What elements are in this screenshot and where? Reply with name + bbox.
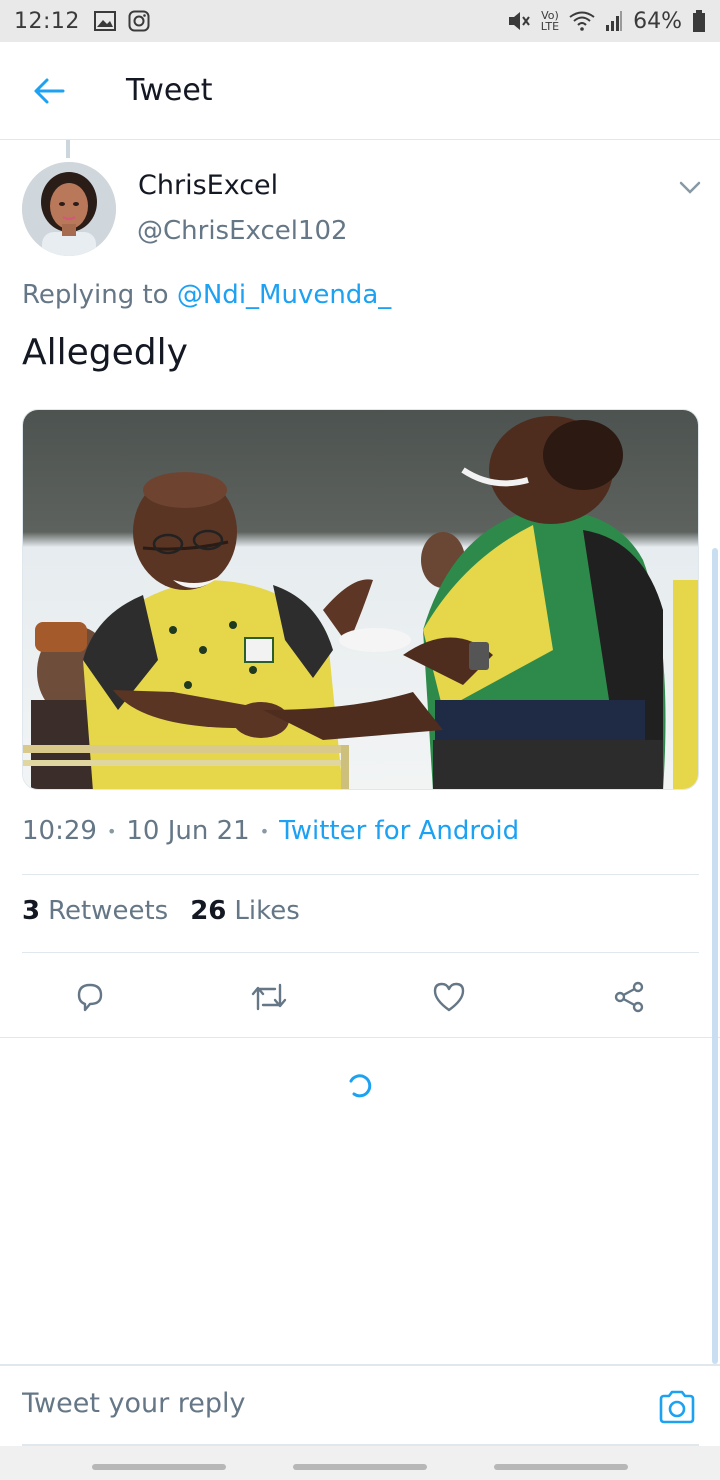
replying-to: Replying to @Ndi_Muvenda_ — [22, 280, 391, 310]
tweet-client-link[interactable]: Twitter for Android — [279, 816, 519, 846]
wifi-icon — [569, 11, 595, 31]
tweet-time: 10:29 — [22, 816, 97, 846]
reply-input[interactable] — [22, 1378, 642, 1428]
thread-connector — [66, 140, 70, 158]
retweets-stat[interactable]: 3 Retweets — [22, 896, 168, 926]
page-title: Tweet — [126, 73, 213, 108]
signal-icon — [606, 11, 623, 31]
network-type: LTE — [540, 20, 560, 33]
retweets-label: Retweets — [48, 896, 169, 926]
tweet-stats: 3 Retweets 26 Likes — [22, 896, 300, 926]
scrollbar[interactable] — [712, 548, 718, 1364]
camera-button[interactable] — [658, 1390, 698, 1426]
likes-count: 26 — [190, 896, 227, 926]
gallery-icon — [93, 11, 116, 31]
likes-label: Likes — [234, 896, 300, 926]
app-bar: Tweet — [0, 42, 720, 140]
back-button[interactable] — [0, 42, 98, 140]
loading-spinner-icon — [349, 1074, 372, 1098]
avatar-image — [22, 162, 116, 256]
nav-home-button[interactable] — [293, 1464, 427, 1470]
tweet-date: 10 Jun 21 — [126, 816, 250, 846]
chevron-down-icon — [679, 181, 701, 194]
camera-icon — [659, 1390, 695, 1424]
share-icon — [614, 981, 644, 1013]
author-handle[interactable]: @ChrisExcel102 — [137, 216, 348, 246]
divider — [22, 874, 699, 875]
battery-percent: 64% — [633, 8, 682, 34]
tweet-text: Allegedly — [22, 332, 188, 373]
like-button[interactable] — [426, 974, 472, 1020]
divider — [0, 1037, 720, 1038]
nav-back-button[interactable] — [494, 1464, 628, 1470]
mention-link[interactable]: @Ndi_Muvenda_ — [177, 280, 391, 310]
status-bar: 12:12 Vo) LTE 64% — [0, 0, 720, 42]
author-name[interactable]: ChrisExcel — [138, 170, 278, 201]
arrow-left-icon — [34, 78, 65, 103]
share-button[interactable] — [606, 974, 652, 1020]
reply-button[interactable] — [67, 974, 113, 1020]
system-nav-bar — [0, 1446, 720, 1480]
instagram-icon — [128, 10, 150, 32]
tweet-menu-button[interactable] — [676, 176, 704, 200]
photo-image — [23, 410, 698, 789]
avatar[interactable] — [22, 162, 116, 256]
nav-recents-button[interactable] — [92, 1464, 226, 1470]
volte-icon: Vo) LTE — [540, 9, 560, 33]
like-icon — [433, 982, 465, 1012]
tweet-meta: 10:29 • 10 Jun 21 • Twitter for Android — [22, 816, 519, 846]
likes-stat[interactable]: 26 Likes — [190, 896, 300, 926]
separator-dot: • — [106, 821, 117, 841]
retweet-button[interactable] — [246, 974, 292, 1020]
separator-dot: • — [259, 821, 270, 841]
tweet-actions — [0, 958, 720, 1036]
retweet-icon — [251, 983, 287, 1011]
reply-bar — [0, 1364, 720, 1446]
tweet-photo[interactable] — [22, 409, 699, 790]
replying-prefix: Replying to — [22, 280, 169, 310]
reply-icon — [77, 983, 103, 1012]
battery-icon — [693, 10, 705, 32]
divider — [22, 952, 699, 953]
mute-icon — [508, 12, 530, 30]
status-time: 12:12 — [14, 8, 80, 34]
retweets-count: 3 — [22, 896, 41, 926]
